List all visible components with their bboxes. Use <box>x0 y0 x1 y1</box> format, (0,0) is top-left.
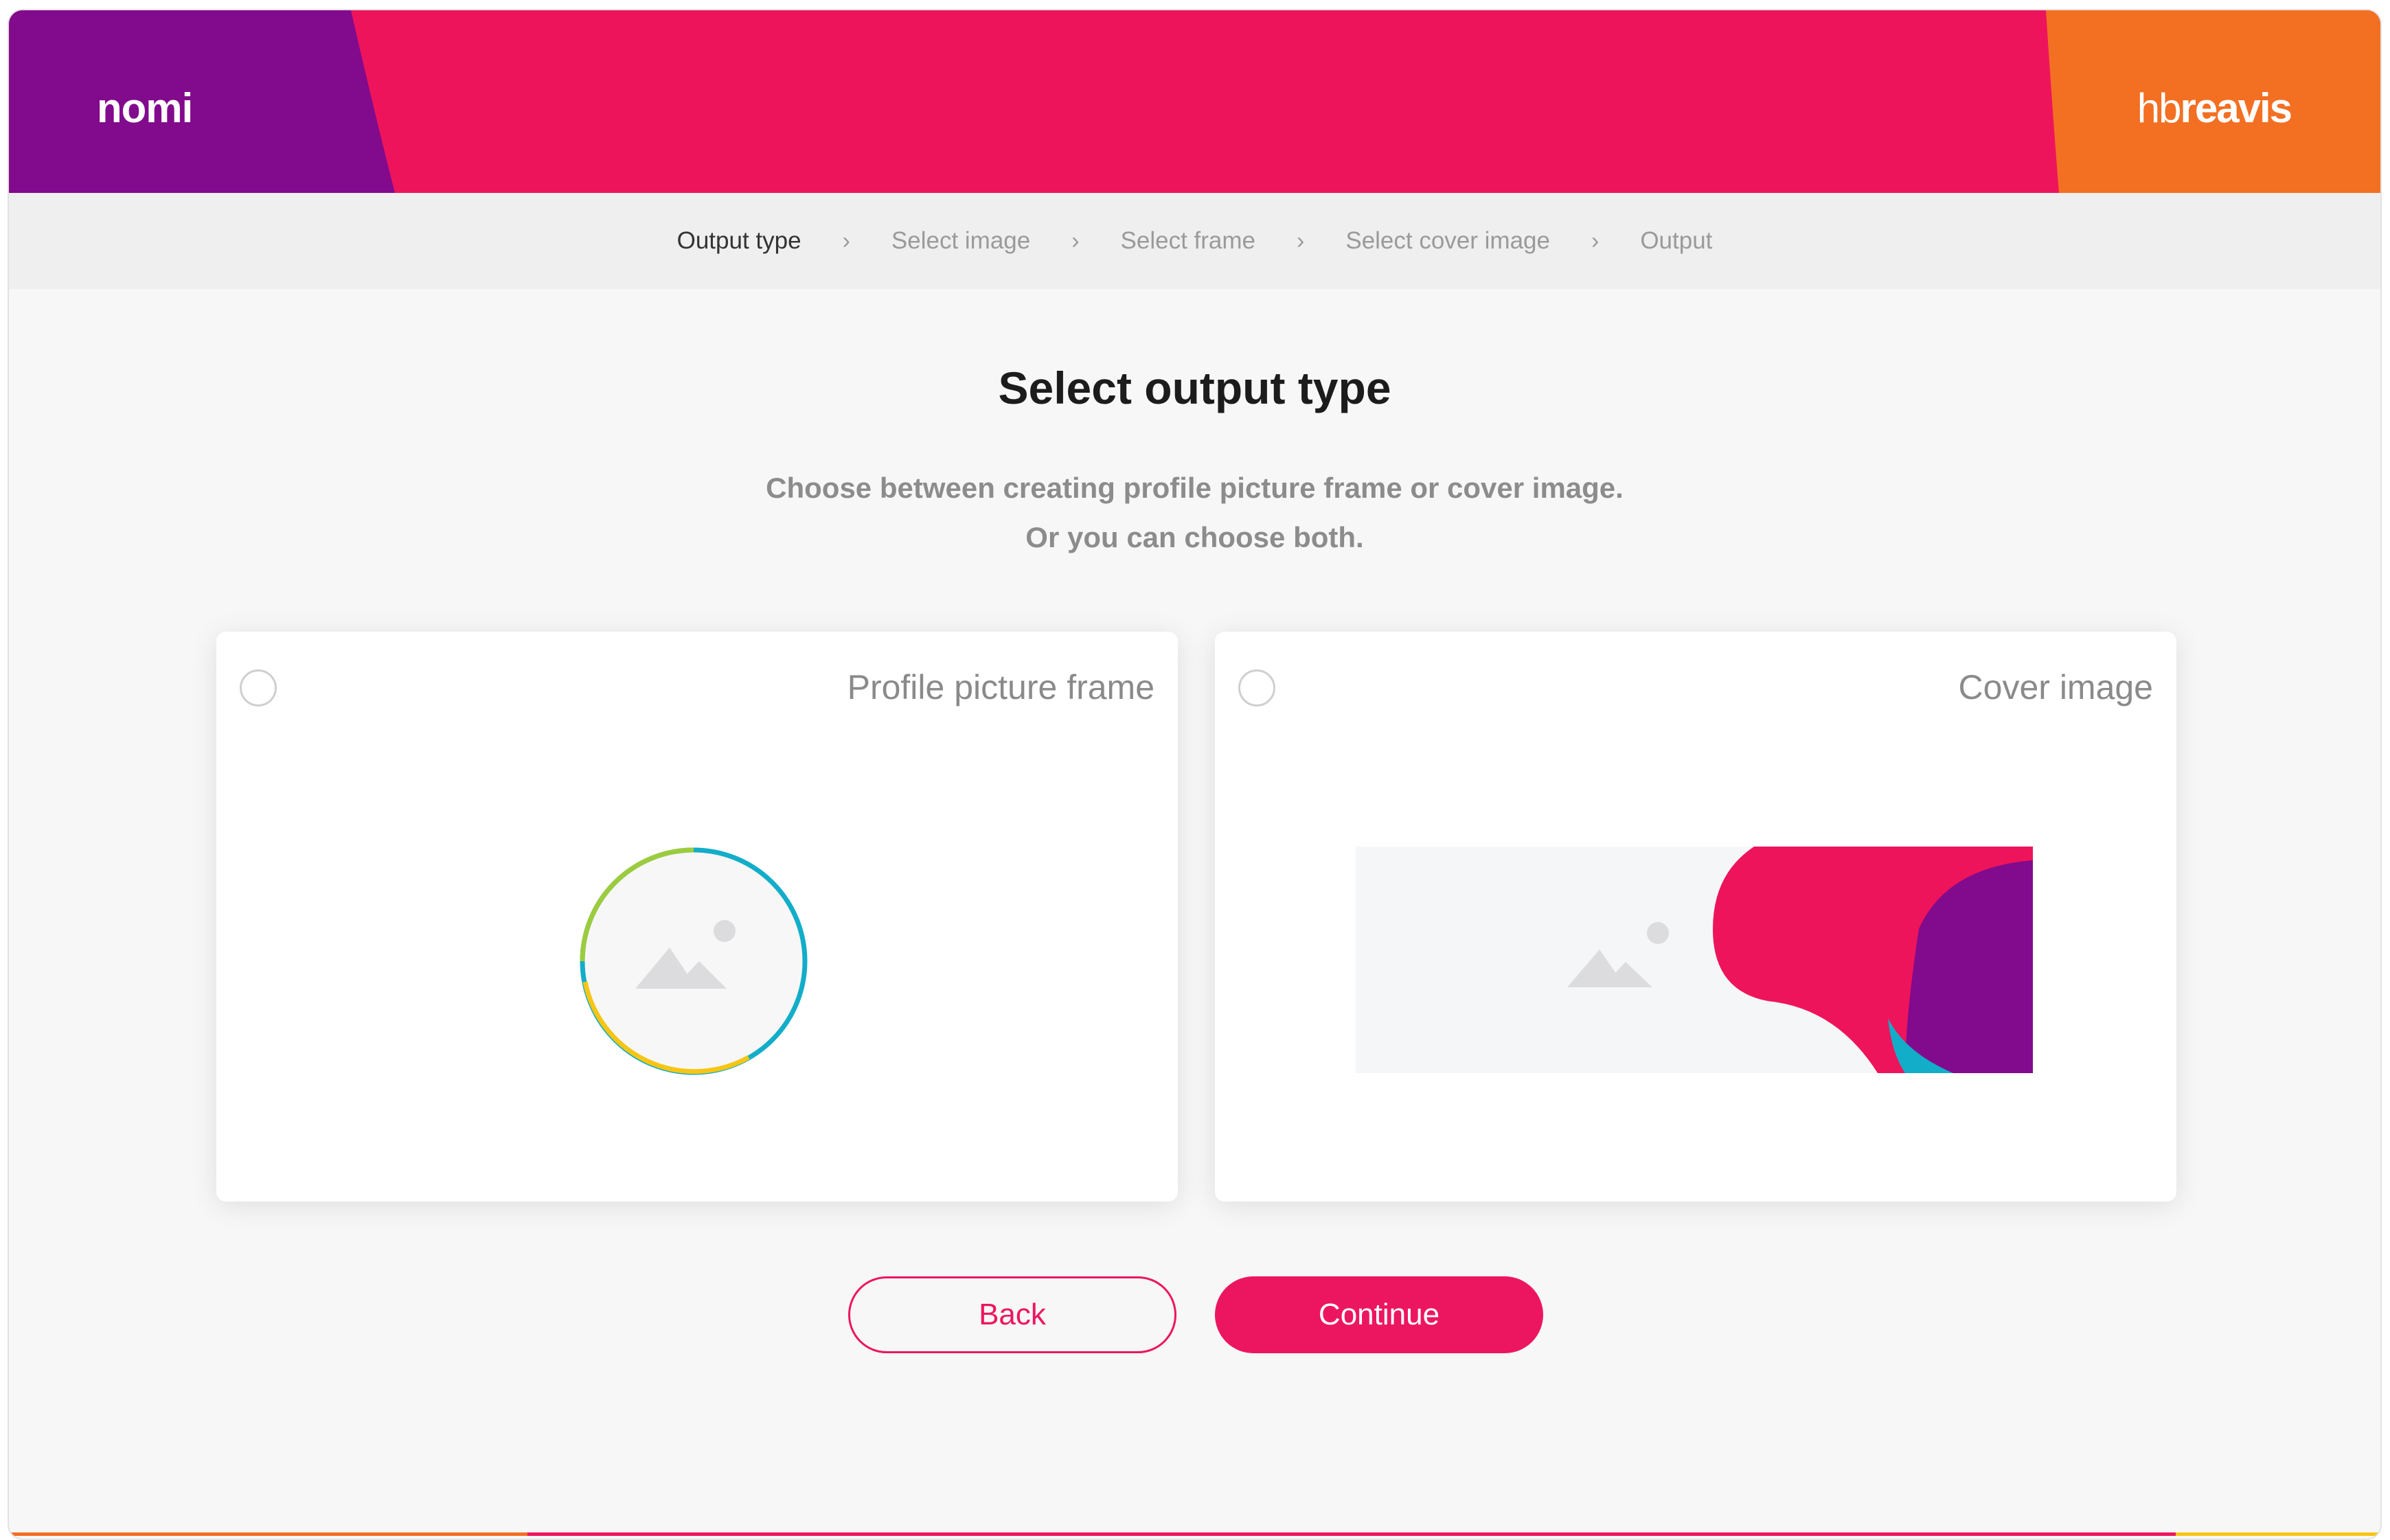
breadcrumb-select-image[interactable]: Select image <box>891 227 1030 255</box>
profile-frame-preview <box>580 847 808 1075</box>
app-window: nomi hbreavis Output type › Select image… <box>8 9 2382 1540</box>
option-label: Cover image <box>1958 668 2153 706</box>
bottom-bar-orange <box>9 1532 527 1536</box>
hbreavis-logo[interactable]: hbreavis <box>2137 84 2292 132</box>
option-card-profile-picture-frame[interactable]: Profile picture frame <box>216 632 1178 1202</box>
chevron-right-icon: › <box>1297 227 1305 254</box>
chevron-right-icon: › <box>842 227 850 254</box>
header-background <box>9 10 2380 193</box>
continue-button[interactable]: Continue <box>1215 1276 1543 1353</box>
back-button[interactable]: Back <box>848 1276 1176 1353</box>
bottom-accent-bar <box>9 1532 2380 1536</box>
bottom-bar-pink <box>527 1532 2176 1536</box>
breadcrumb-output[interactable]: Output <box>1640 227 1712 255</box>
hbreavis-logo-reavis: reavis <box>2180 85 2292 131</box>
radio-cover-image[interactable] <box>1238 669 1275 706</box>
page-subtitle: Choose between creating profile picture … <box>9 463 2380 562</box>
subtitle-line-1: Choose between creating profile picture … <box>766 472 1624 504</box>
option-label: Profile picture frame <box>847 668 1154 706</box>
chevron-right-icon: › <box>1071 227 1080 254</box>
cover-image-preview <box>1356 847 2033 1073</box>
breadcrumb-select-cover-image[interactable]: Select cover image <box>1345 227 1550 255</box>
hbreavis-logo-hb: hb <box>2137 85 2182 131</box>
bottom-bar-yellow <box>2176 1532 2380 1536</box>
nomi-logo[interactable]: nomi <box>97 84 193 132</box>
chevron-right-icon: › <box>1591 227 1600 254</box>
page-title: Select output type <box>998 363 1391 413</box>
breadcrumb-output-type[interactable]: Output type <box>677 227 801 255</box>
option-card-cover-image[interactable]: Cover image <box>1215 632 2176 1202</box>
subtitle-line-2: Or you can choose both. <box>1025 521 1364 553</box>
header: nomi hbreavis <box>9 10 2380 193</box>
radio-profile-picture-frame[interactable] <box>240 669 277 706</box>
breadcrumb: Output type › Select image › Select fram… <box>9 193 2380 289</box>
breadcrumb-select-frame[interactable]: Select frame <box>1121 227 1255 255</box>
